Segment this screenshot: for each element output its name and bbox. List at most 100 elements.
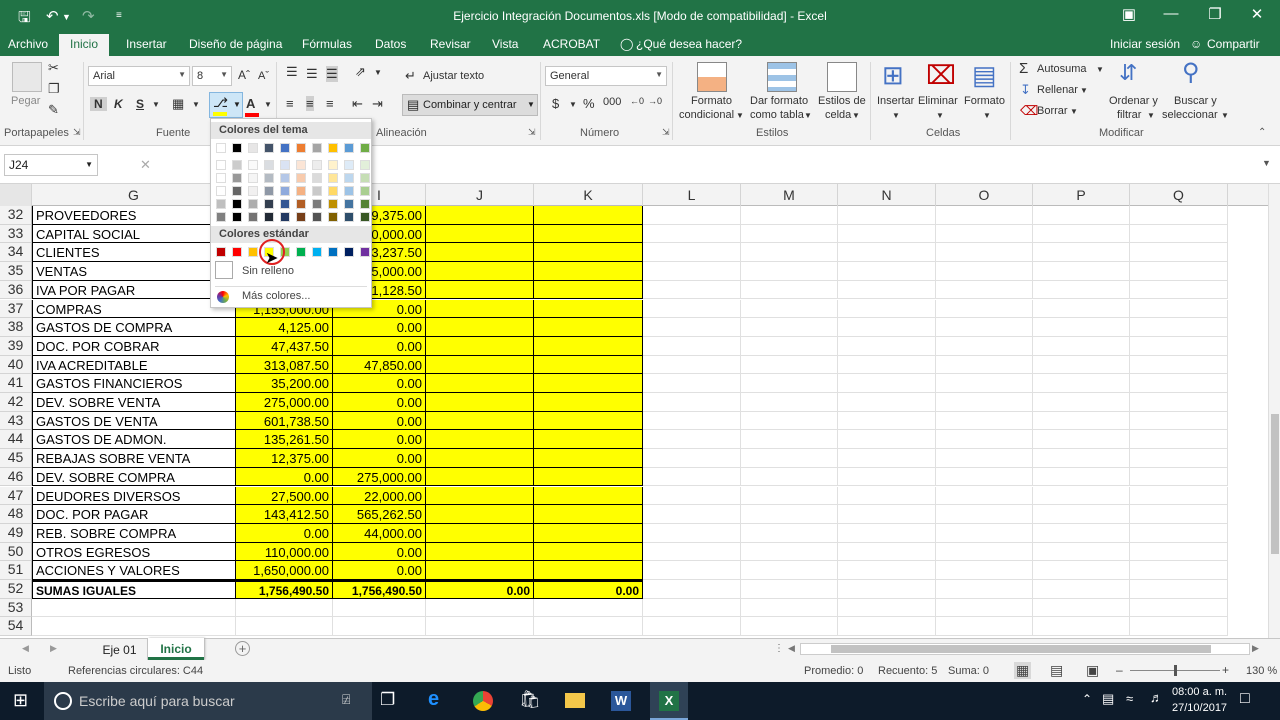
empty-cell[interactable] [643,206,741,225]
empty-cell[interactable] [643,449,741,468]
cell-i47[interactable]: 22,000.00 [333,486,426,506]
comma-style-icon[interactable]: 000 [603,96,621,108]
cell-g36[interactable]: IVA POR PAGAR [32,280,236,300]
paste-icon[interactable] [12,62,42,92]
cell-j52[interactable]: 0.00 [426,580,534,599]
scroll-sheets-right-icon[interactable]: ▶ [50,643,57,654]
empty-cell[interactable] [936,393,1033,412]
currency-icon[interactable]: $ [552,96,559,111]
cell-j35[interactable] [426,262,534,281]
network-icon[interactable]: ▤ [1102,691,1114,707]
empty-cell[interactable] [741,374,838,393]
theme-color-swatch[interactable] [280,160,290,170]
cell-j37[interactable] [426,299,534,319]
empty-cell[interactable] [741,299,838,319]
clipboard-launcher-icon[interactable]: ⇲ [73,127,81,138]
row-header[interactable]: 33 [0,224,32,244]
theme-color-swatch[interactable] [264,186,274,196]
name-box[interactable]: J24 ▼ [4,154,98,176]
empty-cell[interactable] [1130,374,1228,393]
row-header[interactable]: 51 [0,561,32,580]
spreadsheet-grid[interactable]: G H I J K L M N O P Q 32PROVEEDORES9,375… [0,184,1268,638]
empty-cell[interactable] [1130,561,1228,580]
empty-cell[interactable] [838,243,936,263]
empty-cell[interactable] [643,411,741,431]
zoom-out-icon[interactable]: – [1116,663,1123,677]
empty-cell[interactable] [838,580,936,599]
empty-cell[interactable] [1130,617,1228,637]
empty-cell[interactable] [741,523,838,543]
theme-color-swatch[interactable] [328,143,338,153]
theme-color-swatch[interactable] [312,160,322,170]
theme-color-swatch[interactable] [248,212,258,222]
theme-color-swatch[interactable] [312,186,322,196]
row-header[interactable]: 50 [0,542,32,562]
empty-cell[interactable] [1130,542,1228,562]
empty-cell[interactable] [643,505,741,524]
theme-color-swatch[interactable] [216,143,226,153]
file-explorer-icon[interactable] [565,693,585,708]
empty-cell[interactable] [741,449,838,468]
empty-cell[interactable] [643,617,741,637]
align-bottom-icon[interactable]: ☰ [326,66,338,82]
conditional-format-label-2[interactable]: condicional [679,109,734,121]
cell-k50[interactable] [534,542,643,562]
empty-cell[interactable] [1130,262,1228,281]
theme-color-swatch[interactable] [296,160,306,170]
theme-color-swatch[interactable] [280,143,290,153]
empty-cell[interactable] [1033,393,1130,412]
row-header[interactable]: 40 [0,355,32,375]
align-left-icon[interactable]: ≡ [286,96,294,111]
cell-j50[interactable] [426,542,534,562]
wifi-icon[interactable]: ≈ [1126,691,1133,706]
empty-cell[interactable] [643,262,741,281]
empty-cell[interactable] [936,486,1033,506]
cell-j40[interactable] [426,355,534,375]
empty-cell[interactable] [1033,542,1130,562]
cell-g45[interactable]: REBAJAS SOBRE VENTA [32,449,236,468]
empty-cell[interactable] [838,467,936,487]
borders-dropdown-icon[interactable]: ▼ [192,100,200,109]
row-header[interactable]: 34 [0,243,32,263]
empty-cell[interactable] [741,355,838,375]
cell-g53[interactable] [32,598,236,618]
empty-cell[interactable] [741,243,838,263]
delete-cells-icon[interactable]: ⌧ [926,60,956,91]
format-cells-icon[interactable]: ▤ [972,60,997,91]
font-color-icon[interactable]: A [246,96,255,111]
row-header[interactable]: 39 [0,336,32,356]
cell-i43[interactable]: 0.00 [333,411,426,431]
cell-j53[interactable] [426,598,534,618]
excel-taskbar-button[interactable]: X [650,682,688,720]
empty-cell[interactable] [741,318,838,337]
cell-styles-label-1[interactable]: Estilos de [818,95,866,107]
empty-cell[interactable] [1130,336,1228,356]
empty-cell[interactable] [643,580,741,599]
empty-cell[interactable] [741,598,838,618]
theme-color-swatch[interactable] [216,160,226,170]
row-header[interactable]: 44 [0,430,32,450]
theme-color-swatch[interactable] [344,173,354,183]
tab-acrobat[interactable]: ACROBAT [543,37,600,51]
standard-color-swatch[interactable] [312,247,322,257]
theme-color-swatch[interactable] [344,143,354,153]
column-header-m[interactable]: M [741,184,838,206]
cell-i54[interactable] [333,617,426,637]
empty-cell[interactable] [936,355,1033,375]
theme-color-swatch[interactable] [280,212,290,222]
theme-color-swatch[interactable] [232,212,242,222]
autosum-button[interactable]: Autosuma [1037,63,1087,75]
autosum-icon[interactable]: Σ [1019,60,1028,77]
alignment-launcher-icon[interactable]: ⇲ [528,127,536,138]
cell-j45[interactable] [426,449,534,468]
cell-g48[interactable]: DOC. POR PAGAR [32,505,236,524]
cell-j48[interactable] [426,505,534,524]
clock-time[interactable]: 08:00 a. m. [1172,686,1227,698]
cell-i46[interactable]: 275,000.00 [333,467,426,487]
empty-cell[interactable] [936,617,1033,637]
row-header[interactable]: 52 [0,580,32,599]
more-colors-option[interactable]: Más colores... [242,290,310,302]
theme-color-swatch[interactable] [216,212,226,222]
theme-color-swatch[interactable] [360,160,370,170]
cell-k43[interactable] [534,411,643,431]
